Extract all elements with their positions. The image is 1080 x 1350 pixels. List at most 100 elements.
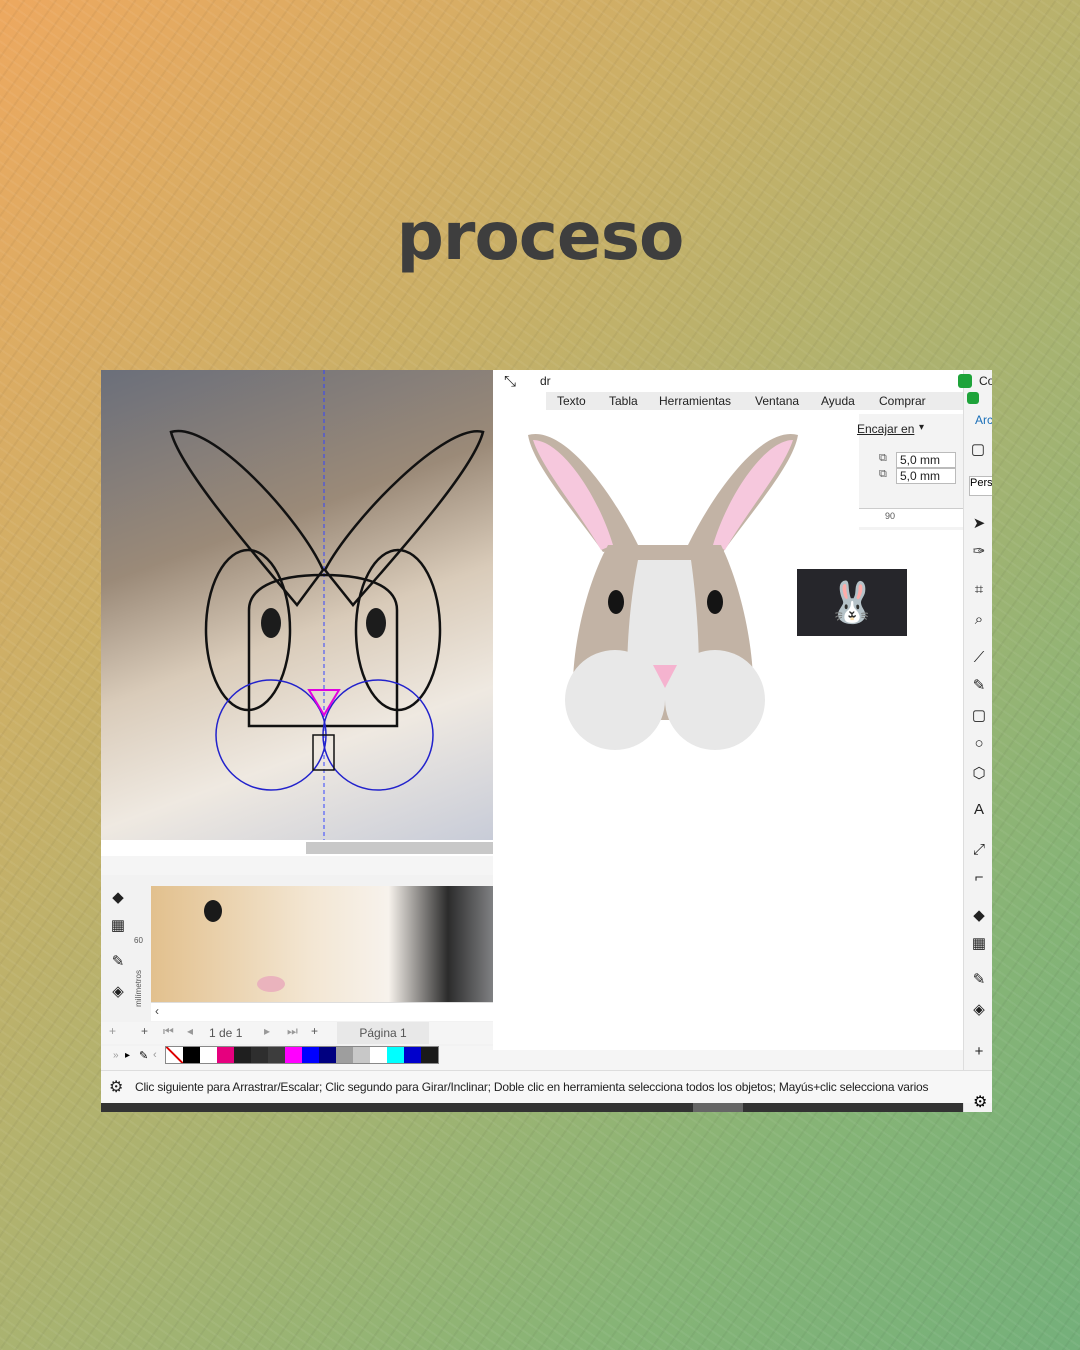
taskbar-highlight	[693, 1103, 743, 1112]
no-color-swatch[interactable]	[166, 1047, 183, 1063]
add-icon[interactable]: +	[109, 1024, 116, 1038]
color-swatch[interactable]	[285, 1047, 302, 1063]
palette-collapse-icon[interactable]: »	[113, 1050, 125, 1061]
status-bar: ⚙ Clic siguiente para Arrastrar/Escalar;…	[101, 1070, 992, 1103]
color-swatch[interactable]	[217, 1047, 234, 1063]
color-swatch[interactable]	[268, 1047, 285, 1063]
freehand-icon[interactable]: ✑	[968, 540, 990, 562]
eye-right	[707, 590, 723, 614]
interactive-fill-icon[interactable]: ◈	[968, 998, 990, 1020]
rabbit-face-icon: 🐰	[797, 569, 907, 636]
closeup-eye	[204, 900, 222, 922]
color-swatch[interactable]	[302, 1047, 319, 1063]
fill-icon[interactable]: ◆	[968, 904, 990, 926]
nudge-y-icon: ⧉	[879, 468, 887, 480]
closeup-scrollbar[interactable]	[151, 1002, 547, 1021]
menu-item-herramientas[interactable]: Herramientas	[659, 394, 731, 408]
eyedropper-icon[interactable]: ✎	[139, 1049, 153, 1062]
color-swatch[interactable]	[370, 1047, 387, 1063]
eyedropper-icon[interactable]: ✎	[968, 968, 990, 990]
curve-icon[interactable]: ⟋	[968, 646, 990, 668]
settings-icon[interactable]: ⚙	[109, 1077, 135, 1097]
crop-icon[interactable]: ⌗	[968, 578, 990, 600]
settings-icon[interactable]: ⚙	[973, 1092, 987, 1112]
window-title: dr	[540, 374, 551, 388]
color-swatch[interactable]	[234, 1047, 251, 1063]
menu-item-ayuda[interactable]: Ayuda	[821, 394, 855, 408]
snap-to-dropdown[interactable]: Encajar en	[857, 422, 914, 436]
transparency-icon[interactable]: ▦	[107, 914, 129, 936]
page-navigator: + + ⏮ ◂ 1 de 1 ▸ ⏭ + Página 1	[101, 1022, 547, 1044]
nudge-x-icon: ⧉	[879, 452, 887, 464]
ellipse-icon[interactable]: ○	[968, 732, 990, 754]
side-fragment-3[interactable]: Pers	[969, 476, 992, 496]
ruler-unit-label-2: milímetros	[134, 970, 143, 1007]
screenshot-composite: ✎ ◈ milímetros 70 + + ◆ ▦ ✎ ◈ milímetros…	[101, 370, 992, 1112]
chevron-down-icon[interactable]: ▾	[919, 422, 924, 433]
color-swatch[interactable]	[251, 1047, 268, 1063]
color-swatch[interactable]	[404, 1047, 421, 1063]
connector-icon[interactable]: ⌐	[968, 866, 990, 888]
app-logo-icon	[967, 392, 979, 404]
head-outline	[247, 573, 399, 728]
cheek-right	[665, 650, 765, 750]
add-icon[interactable]: +	[968, 1040, 990, 1062]
interactive-fill-icon[interactable]: ◈	[107, 980, 129, 1002]
horizontal-scrollbar[interactable]	[306, 842, 493, 854]
prev-page-icon[interactable]: ◂	[187, 1024, 193, 1038]
add-page-icon[interactable]: +	[311, 1024, 318, 1038]
pointer-icon[interactable]: ➤	[968, 512, 990, 534]
nudge-x-field[interactable]: 5,0 mm	[896, 452, 956, 468]
menu-item-tabla[interactable]: Tabla	[609, 394, 638, 408]
eye-left	[261, 608, 281, 638]
next-page-icon[interactable]: ▸	[264, 1024, 270, 1038]
color-swatch[interactable]	[183, 1047, 200, 1063]
menu-item-comprar[interactable]: Comprar	[879, 394, 926, 408]
new-document-icon[interactable]: ▢	[967, 438, 989, 460]
color-swatch[interactable]	[319, 1047, 336, 1063]
page-title: proceso	[396, 198, 685, 275]
status-text: Clic siguiente para Arrastrar/Escalar; C…	[135, 1080, 929, 1094]
taskbar-strip	[101, 1103, 963, 1112]
zoom-icon[interactable]: ⌕	[968, 608, 990, 630]
nudge-y-field[interactable]: 5,0 mm	[896, 468, 956, 484]
construction-overlay	[169, 370, 485, 840]
page-counter: 1 de 1	[209, 1026, 243, 1040]
horizontal-ruler: 90	[859, 508, 963, 527]
ruler-90: 90	[885, 511, 896, 521]
eyedropper-icon[interactable]: ✎	[107, 950, 129, 972]
muzzle-circle-right	[322, 679, 434, 791]
pick-tool-icon[interactable]: ⤡	[499, 370, 521, 392]
scroll-left-icon[interactable]: ‹	[155, 1004, 159, 1018]
palette-scroll-icon[interactable]: ‹	[153, 1049, 165, 1061]
palette-arrow-icon[interactable]: ▸	[125, 1050, 139, 1061]
ear-outline-left	[169, 429, 325, 608]
color-swatch[interactable]	[387, 1047, 404, 1063]
eye-right	[366, 608, 386, 638]
menu-item-ventana[interactable]: Ventana	[755, 394, 799, 408]
closeup-features	[204, 900, 285, 992]
add-icon[interactable]: +	[141, 1024, 148, 1038]
first-page-icon[interactable]: ⏮	[163, 1024, 174, 1039]
app-logo-icon	[958, 374, 972, 388]
side-fragment-1: Co	[979, 374, 992, 388]
dimension-icon[interactable]: ⤢	[968, 838, 990, 860]
fill-icon[interactable]: ◆	[107, 886, 129, 908]
side-fragment-2[interactable]: Arc	[975, 413, 992, 427]
eye-left	[608, 590, 624, 614]
polygon-icon[interactable]: ⬡	[968, 762, 990, 784]
rectangle-icon[interactable]: ▢	[968, 704, 990, 726]
menu-item-texto[interactable]: Texto	[557, 394, 586, 408]
text-icon[interactable]: A	[968, 798, 990, 820]
tab-page-1[interactable]: Página 1	[337, 1022, 429, 1044]
closeup-nose	[257, 976, 285, 992]
transparency-icon[interactable]: ▦	[968, 932, 990, 954]
brush-icon[interactable]: ✎	[968, 674, 990, 696]
color-swatch[interactable]	[421, 1047, 438, 1063]
last-page-icon[interactable]: ⏭	[287, 1024, 298, 1039]
color-swatch[interactable]	[200, 1047, 217, 1063]
color-swatch[interactable]	[336, 1047, 353, 1063]
ruler-60: 60	[134, 936, 143, 945]
color-palette: » ▸ ✎ ‹	[101, 1046, 547, 1064]
color-swatch[interactable]	[353, 1047, 370, 1063]
